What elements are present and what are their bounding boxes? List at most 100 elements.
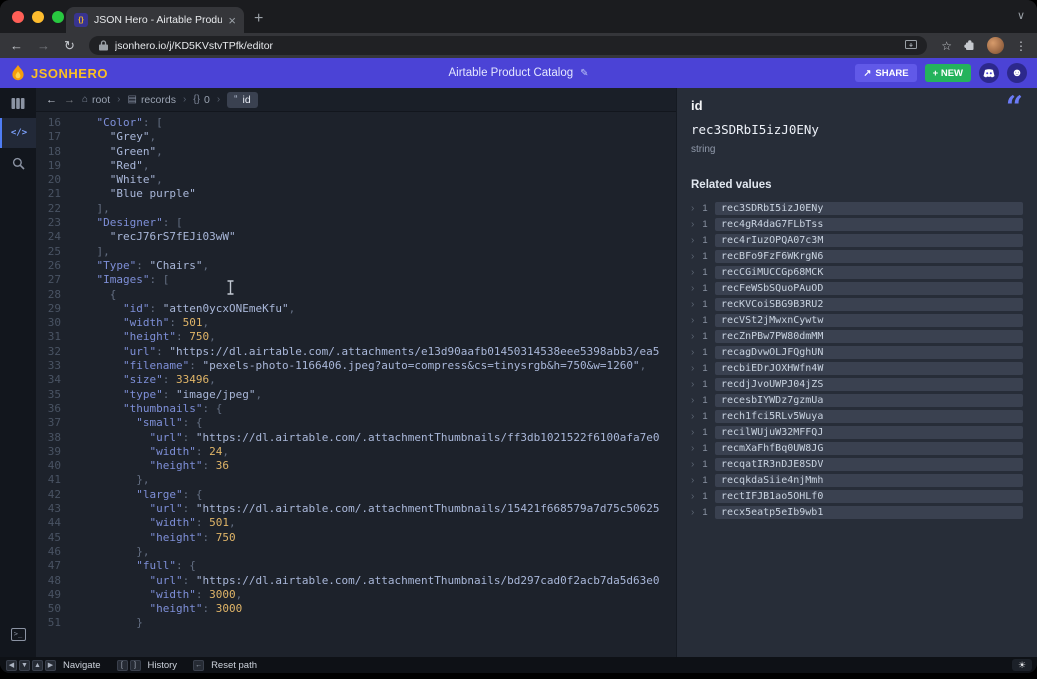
code-line[interactable]: "filename": "pexels-photo-1166406.jpeg?a…	[70, 359, 676, 373]
code-line[interactable]: "Red",	[70, 159, 676, 173]
related-value-chip[interactable]: recilWUjuW32MFFQJ	[715, 426, 1023, 439]
code-line[interactable]: {	[70, 288, 676, 302]
code-line[interactable]: "width": 3000,	[70, 588, 676, 602]
code-line[interactable]: },	[70, 473, 676, 487]
code-line[interactable]: "Green",	[70, 145, 676, 159]
related-value-chip[interactable]: rec4gR4daG7FLbTss	[715, 218, 1023, 231]
related-value-row[interactable]: ›1recilWUjuW32MFFQJ	[691, 426, 1023, 439]
related-value-row[interactable]: ›1recdjJvoUWPJ04jZS	[691, 378, 1023, 391]
close-window-button[interactable]	[12, 11, 24, 23]
jsonhero-logo[interactable]: JSONHERO	[10, 64, 108, 82]
code-line[interactable]: "height": 3000	[70, 602, 676, 616]
code-line[interactable]: "full": {	[70, 559, 676, 573]
code-line[interactable]: "large": {	[70, 488, 676, 502]
related-value-row[interactable]: ›1rec4gR4daG7FLbTss	[691, 218, 1023, 231]
code-line[interactable]: "size": 33496,	[70, 373, 676, 387]
related-value-row[interactable]: ›1recKVCoiSBG9B3RU2	[691, 298, 1023, 311]
code-line[interactable]: "Color": [	[70, 116, 676, 130]
extensions-puzzle-icon[interactable]	[963, 39, 976, 52]
minimize-window-button[interactable]	[32, 11, 44, 23]
code-line[interactable]: "url": "https://dl.airtable.com/.attachm…	[70, 502, 676, 516]
profile-avatar[interactable]	[987, 37, 1004, 54]
code-line[interactable]: "Images": [	[70, 273, 676, 287]
address-bar[interactable]: jsonhero.io/j/KD5KVstvTPfk/editor	[89, 36, 927, 55]
share-button[interactable]: ↗ SHARE	[855, 64, 916, 82]
code-line[interactable]: "height": 36	[70, 459, 676, 473]
column-view-button[interactable]	[0, 88, 36, 118]
code-line[interactable]: ],	[70, 202, 676, 216]
code-area[interactable]: 1617181920212223242526272829303132333435…	[36, 112, 676, 657]
breadcrumb-current-chip[interactable]: “ id	[227, 92, 258, 108]
related-value-chip[interactable]: recmXaFhfBq0UW8JG	[715, 442, 1023, 455]
related-value-row[interactable]: ›1recZnPBw7PW80dmMM	[691, 330, 1023, 343]
related-value-chip[interactable]: recVSt2jMwxnCywtw	[715, 314, 1023, 327]
code-line[interactable]: },	[70, 545, 676, 559]
related-value-chip[interactable]: recCGiMUCCGp68MCK	[715, 266, 1023, 279]
related-value-row[interactable]: ›1recqatIR3nDJE8SDV	[691, 458, 1023, 471]
related-value-row[interactable]: ›1recagDvwOLJFQghUN	[691, 346, 1023, 359]
edit-title-icon[interactable]: ✎	[580, 68, 588, 79]
code-line[interactable]: ],	[70, 245, 676, 259]
new-document-button[interactable]: + NEW	[925, 64, 971, 82]
editor-view-button[interactable]: </>	[0, 118, 36, 148]
forward-icon[interactable]: →	[37, 38, 50, 53]
code-line[interactable]: "height": 750,	[70, 330, 676, 344]
code-line[interactable]: }	[70, 616, 676, 630]
code-line[interactable]: "width": 24,	[70, 445, 676, 459]
bookmark-star-icon[interactable]: ☆	[941, 39, 952, 53]
code-line[interactable]: "Blue purple"	[70, 187, 676, 201]
path-back-icon[interactable]: ←	[46, 94, 57, 106]
code-line[interactable]: "recJ76rS7fEJi03wW"	[70, 230, 676, 244]
related-value-chip[interactable]: recZnPBw7PW80dmMM	[715, 330, 1023, 343]
code-line[interactable]: "small": {	[70, 416, 676, 430]
code-line[interactable]: "Grey",	[70, 130, 676, 144]
breadcrumb-records[interactable]: ▤ records	[127, 94, 175, 106]
related-value-row[interactable]: ›1rec4rIuzOPQA07c3M	[691, 234, 1023, 247]
related-value-row[interactable]: ›1recqkdaSiie4njMmh	[691, 474, 1023, 487]
code-line[interactable]: "thumbnails": {	[70, 402, 676, 416]
related-value-row[interactable]: ›1recbiEDrJOXHWfn4W	[691, 362, 1023, 375]
related-value-row[interactable]: ›1recx5eatp5eIb9wb1	[691, 506, 1023, 519]
code-line[interactable]: "url": "https://dl.airtable.com/.attachm…	[70, 431, 676, 445]
code-line[interactable]: "White",	[70, 173, 676, 187]
new-tab-button[interactable]: +	[254, 8, 263, 30]
browser-menu-icon[interactable]: ⋮	[1015, 39, 1027, 53]
related-value-chip[interactable]: recqkdaSiie4njMmh	[715, 474, 1023, 487]
related-value-row[interactable]: ›1recBFo9FzF6WKrgN6	[691, 250, 1023, 263]
breadcrumb-root[interactable]: ⌂ root	[82, 94, 110, 106]
code-line[interactable]: "Type": "Chairs",	[70, 259, 676, 273]
code-line[interactable]: "Designer": [	[70, 216, 676, 230]
related-value-chip[interactable]: rec4rIuzOPQA07c3M	[715, 234, 1023, 247]
code-line[interactable]: "url": "https://dl.airtable.com/.attachm…	[70, 345, 676, 359]
install-app-icon[interactable]	[905, 40, 917, 51]
related-value-chip[interactable]: recbiEDrJOXHWfn4W	[715, 362, 1023, 375]
code-line[interactable]: "type": "image/jpeg",	[70, 388, 676, 402]
fullscreen-window-button[interactable]	[52, 11, 64, 23]
related-value-chip[interactable]: recFeWSbSQuoPAuOD	[715, 282, 1023, 295]
reload-icon[interactable]: ↻	[64, 38, 75, 54]
related-value-chip[interactable]: recx5eatp5eIb9wb1	[715, 506, 1023, 519]
related-value-chip[interactable]: recBFo9FzF6WKrgN6	[715, 250, 1023, 263]
search-button[interactable]	[0, 148, 36, 178]
related-value-chip[interactable]: rectIFJB1ao5OHLf0	[715, 490, 1023, 503]
discord-button[interactable]	[979, 63, 999, 83]
related-value-row[interactable]: ›1recCGiMUCCGp68MCK	[691, 266, 1023, 279]
code-line[interactable]: "width": 501,	[70, 316, 676, 330]
related-value-row[interactable]: ›1recVSt2jMwxnCywtw	[691, 314, 1023, 327]
breadcrumb-index[interactable]: {} 0	[193, 94, 210, 106]
code-line[interactable]: "width": 501,	[70, 516, 676, 530]
browser-tab[interactable]: {} JSON Hero - Airtable Product Catal...…	[66, 7, 244, 33]
related-value-row[interactable]: ›1recmXaFhfBq0UW8JG	[691, 442, 1023, 455]
related-value-row[interactable]: ›1rech1fci5RLv5Wuya	[691, 410, 1023, 423]
related-value-chip[interactable]: recagDvwOLJFQghUN	[715, 346, 1023, 359]
code-line[interactable]: "url": "https://dl.airtable.com/.attachm…	[70, 574, 676, 588]
back-icon[interactable]: ←	[10, 38, 23, 53]
theme-toggle-button[interactable]: ☀	[1012, 659, 1032, 671]
mascot-button[interactable]: ☻	[1007, 63, 1027, 83]
related-value-chip[interactable]: recesbIYWDz7gzmUa	[715, 394, 1023, 407]
code-line[interactable]: "height": 750	[70, 531, 676, 545]
code-line[interactable]: "id": "atten0ycxONEmeKfu",	[70, 302, 676, 316]
related-value-row[interactable]: ›1recesbIYWDz7gzmUa	[691, 394, 1023, 407]
related-value-row[interactable]: ›1recFeWSbSQuoPAuOD	[691, 282, 1023, 295]
related-value-chip[interactable]: rec3SDRbI5izJ0ENy	[715, 202, 1023, 215]
